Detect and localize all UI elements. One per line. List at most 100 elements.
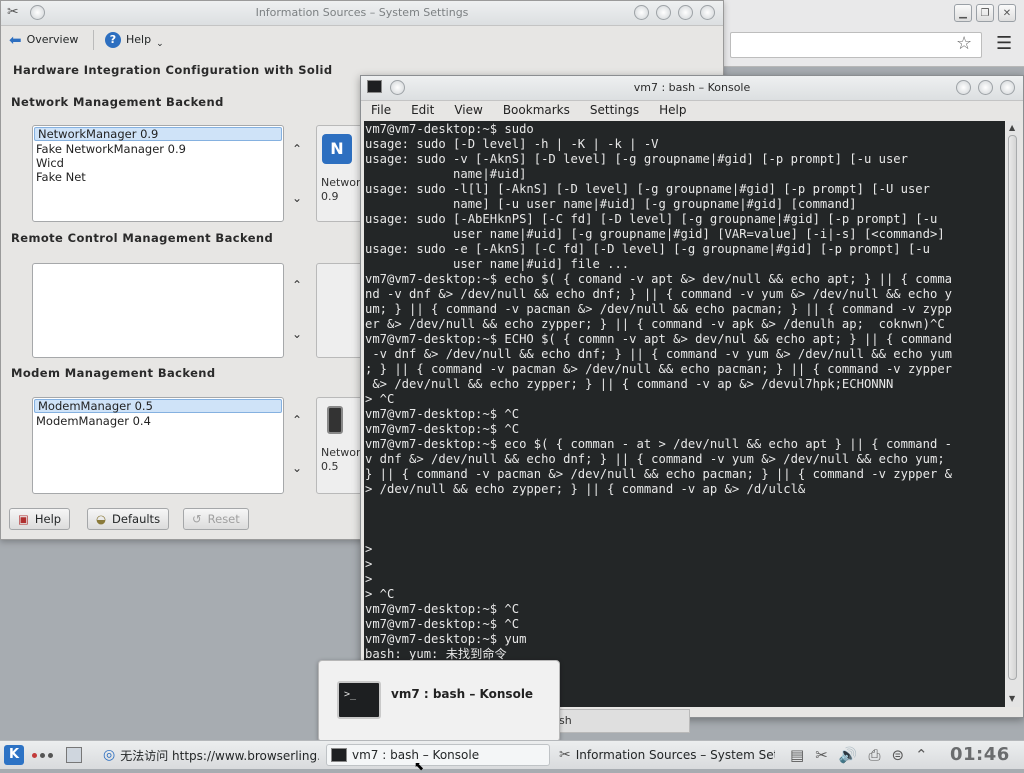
move-down-button[interactable]: ⌄ bbox=[292, 327, 302, 341]
card-line: 0.9 bbox=[321, 190, 339, 203]
close-icon[interactable]: ✕ bbox=[998, 4, 1016, 22]
mobile-phone-icon bbox=[327, 406, 343, 434]
volume-icon[interactable]: 🔊 bbox=[839, 746, 858, 764]
konsole-window-title: vm7 : bash – Konsole bbox=[633, 81, 751, 94]
help-button[interactable]: ▣ Help bbox=[9, 508, 71, 530]
menu-bookmarks[interactable]: Bookmarks bbox=[503, 100, 570, 120]
close-button[interactable] bbox=[700, 5, 715, 20]
printer-icon[interactable]: ⎙ bbox=[868, 746, 880, 764]
application-launcher[interactable]: K bbox=[4, 744, 24, 766]
list-item[interactable]: ModemManager 0.5 bbox=[34, 399, 282, 413]
minimize-button[interactable] bbox=[956, 80, 971, 95]
terminal-scrollbar[interactable]: ▲ ▼ bbox=[1006, 121, 1020, 707]
menu-settings[interactable]: Settings bbox=[590, 100, 639, 120]
defaults-button-label: Defaults bbox=[112, 512, 161, 526]
remote-backend-list[interactable] bbox=[32, 263, 284, 358]
overview-label: Overview bbox=[26, 33, 79, 46]
task-konsole[interactable]: vm7 : bash – Konsole bbox=[326, 744, 550, 766]
address-bar[interactable] bbox=[730, 32, 982, 58]
settings-titlebar[interactable]: ✂ Information Sources – System Settings bbox=[1, 1, 723, 26]
reset-icon: ↺ bbox=[192, 512, 202, 526]
mouse-cursor-icon: ⬉ bbox=[414, 759, 425, 773]
chevron-down-icon: ⌄ bbox=[156, 39, 164, 49]
scroll-down-icon[interactable]: ▼ bbox=[1009, 694, 1015, 703]
konsole-window: vm7 : bash – Konsole File Edit View Book… bbox=[360, 75, 1024, 718]
move-up-button[interactable]: ⌃ bbox=[292, 413, 302, 427]
konsole-titlebar[interactable]: vm7 : bash – Konsole bbox=[361, 76, 1023, 101]
overview-button[interactable]: ⬅ Overview bbox=[9, 29, 78, 51]
move-down-button[interactable]: ⌄ bbox=[292, 461, 302, 475]
network-backend-list[interactable]: NetworkManager 0.9 Fake NetworkManager 0… bbox=[32, 125, 284, 222]
task-preview-strip-text: sh bbox=[559, 714, 572, 727]
minimize-icon[interactable]: ▁ bbox=[954, 4, 972, 22]
move-down-button[interactable]: ⌄ bbox=[292, 191, 302, 205]
task-browser[interactable]: ◎ 无法访问 https://www.browserling.c bbox=[98, 744, 320, 766]
move-up-button[interactable]: ⌃ bbox=[292, 278, 302, 292]
back-arrow-icon: ⬅ bbox=[9, 31, 22, 49]
scrollbar-thumb[interactable] bbox=[1008, 135, 1017, 680]
defaults-button[interactable]: ◒ Defaults bbox=[87, 508, 170, 530]
card-line: 0.5 bbox=[321, 460, 339, 473]
menu-file[interactable]: File bbox=[371, 100, 391, 120]
help-label: Help bbox=[126, 33, 152, 46]
konsole-menubar: File Edit View Bookmarks Settings Help bbox=[361, 100, 1023, 120]
tooltip-title: vm7 : bash – Konsole bbox=[391, 687, 534, 701]
hamburger-menu-icon[interactable]: ☰ bbox=[996, 34, 1012, 54]
kde-launcher-icon: K bbox=[4, 745, 24, 765]
activity-switcher[interactable] bbox=[32, 744, 53, 766]
modem-backend-info-card: Networ 0.5 bbox=[316, 397, 364, 494]
network-manager-icon: N bbox=[322, 134, 352, 164]
settings-icon: ✂ bbox=[559, 747, 571, 763]
help-book-icon: ▣ bbox=[18, 512, 29, 526]
menu-view[interactable]: View bbox=[454, 100, 482, 120]
list-item[interactable]: Fake NetworkManager 0.9 bbox=[33, 142, 283, 156]
menu-help[interactable]: Help bbox=[659, 100, 686, 120]
card-line: Networ bbox=[321, 446, 361, 459]
minimize-button[interactable] bbox=[656, 5, 671, 20]
klipper-icon[interactable]: ✂ bbox=[815, 746, 828, 764]
background-browser-window: ▁ ❐ ✕ ☆ ☰ bbox=[700, 0, 1024, 67]
help-button-label: Help bbox=[34, 512, 62, 526]
system-tray: ▤ ✂ 🔊 ⎙ ⊜ ⌃ bbox=[790, 744, 934, 766]
reset-button-label: Reset bbox=[207, 512, 240, 526]
remote-backend-info-card bbox=[316, 263, 364, 358]
network-icon[interactable]: ⊜ bbox=[891, 746, 904, 764]
clipboard-icon[interactable]: ▤ bbox=[790, 746, 804, 764]
scroll-up-icon[interactable]: ▲ bbox=[1009, 123, 1015, 132]
maximize-button[interactable] bbox=[978, 80, 993, 95]
menu-edit[interactable]: Edit bbox=[411, 100, 434, 120]
list-item[interactable]: Wicd bbox=[33, 156, 283, 170]
close-button[interactable] bbox=[1000, 80, 1015, 95]
help-menu-button[interactable]: ? Help ⌄ bbox=[105, 29, 164, 51]
network-backend-heading: Network Management Backend bbox=[11, 95, 224, 109]
move-up-button[interactable]: ⌃ bbox=[292, 142, 302, 156]
help-button[interactable] bbox=[634, 5, 649, 20]
settings-toolbar: ⬅ Overview ? Help ⌄ bbox=[1, 25, 723, 55]
modem-backend-heading: Modem Management Backend bbox=[11, 366, 216, 380]
task-tooltip: >_ vm7 : bash – Konsole bbox=[318, 660, 560, 742]
list-item[interactable]: ModemManager 0.4 bbox=[33, 414, 283, 428]
star-icon[interactable]: ☆ bbox=[956, 34, 972, 54]
modem-backend-list[interactable]: ModemManager 0.5 ModemManager 0.4 bbox=[32, 397, 284, 494]
terminal-output[interactable]: vm7@vm7-desktop:~$ sudo usage: sudo [-D … bbox=[364, 121, 1005, 707]
digital-clock[interactable]: 01:46 bbox=[950, 744, 1010, 765]
reset-button[interactable]: ↺ Reset bbox=[183, 508, 249, 530]
task-preview-strip: sh bbox=[556, 709, 690, 733]
terminal-icon bbox=[331, 748, 347, 762]
task-system-settings[interactable]: ✂ Information Sources – System Setti bbox=[554, 744, 776, 766]
defaults-icon: ◒ bbox=[96, 512, 107, 526]
browser-icon: ◎ bbox=[103, 747, 116, 763]
list-item[interactable]: Fake Net bbox=[33, 170, 283, 184]
card-line: Networ bbox=[321, 176, 361, 189]
toolbar-divider bbox=[93, 30, 94, 50]
tray-expand-icon[interactable]: ⌃ bbox=[915, 746, 928, 764]
network-backend-info-card: N Networ 0.9 bbox=[316, 125, 364, 222]
pager[interactable] bbox=[66, 744, 82, 766]
page-title: Hardware Integration Configuration with … bbox=[13, 63, 333, 77]
taskbar-panel: K ◎ 无法访问 https://www.browserling.c vm7 :… bbox=[0, 740, 1024, 769]
list-item[interactable]: NetworkManager 0.9 bbox=[34, 127, 282, 141]
restore-icon[interactable]: ❐ bbox=[976, 4, 994, 22]
terminal-text: vm7@vm7-desktop:~$ sudo usage: sudo [-D … bbox=[365, 122, 952, 661]
help-icon: ? bbox=[105, 32, 121, 48]
maximize-button[interactable] bbox=[678, 5, 693, 20]
